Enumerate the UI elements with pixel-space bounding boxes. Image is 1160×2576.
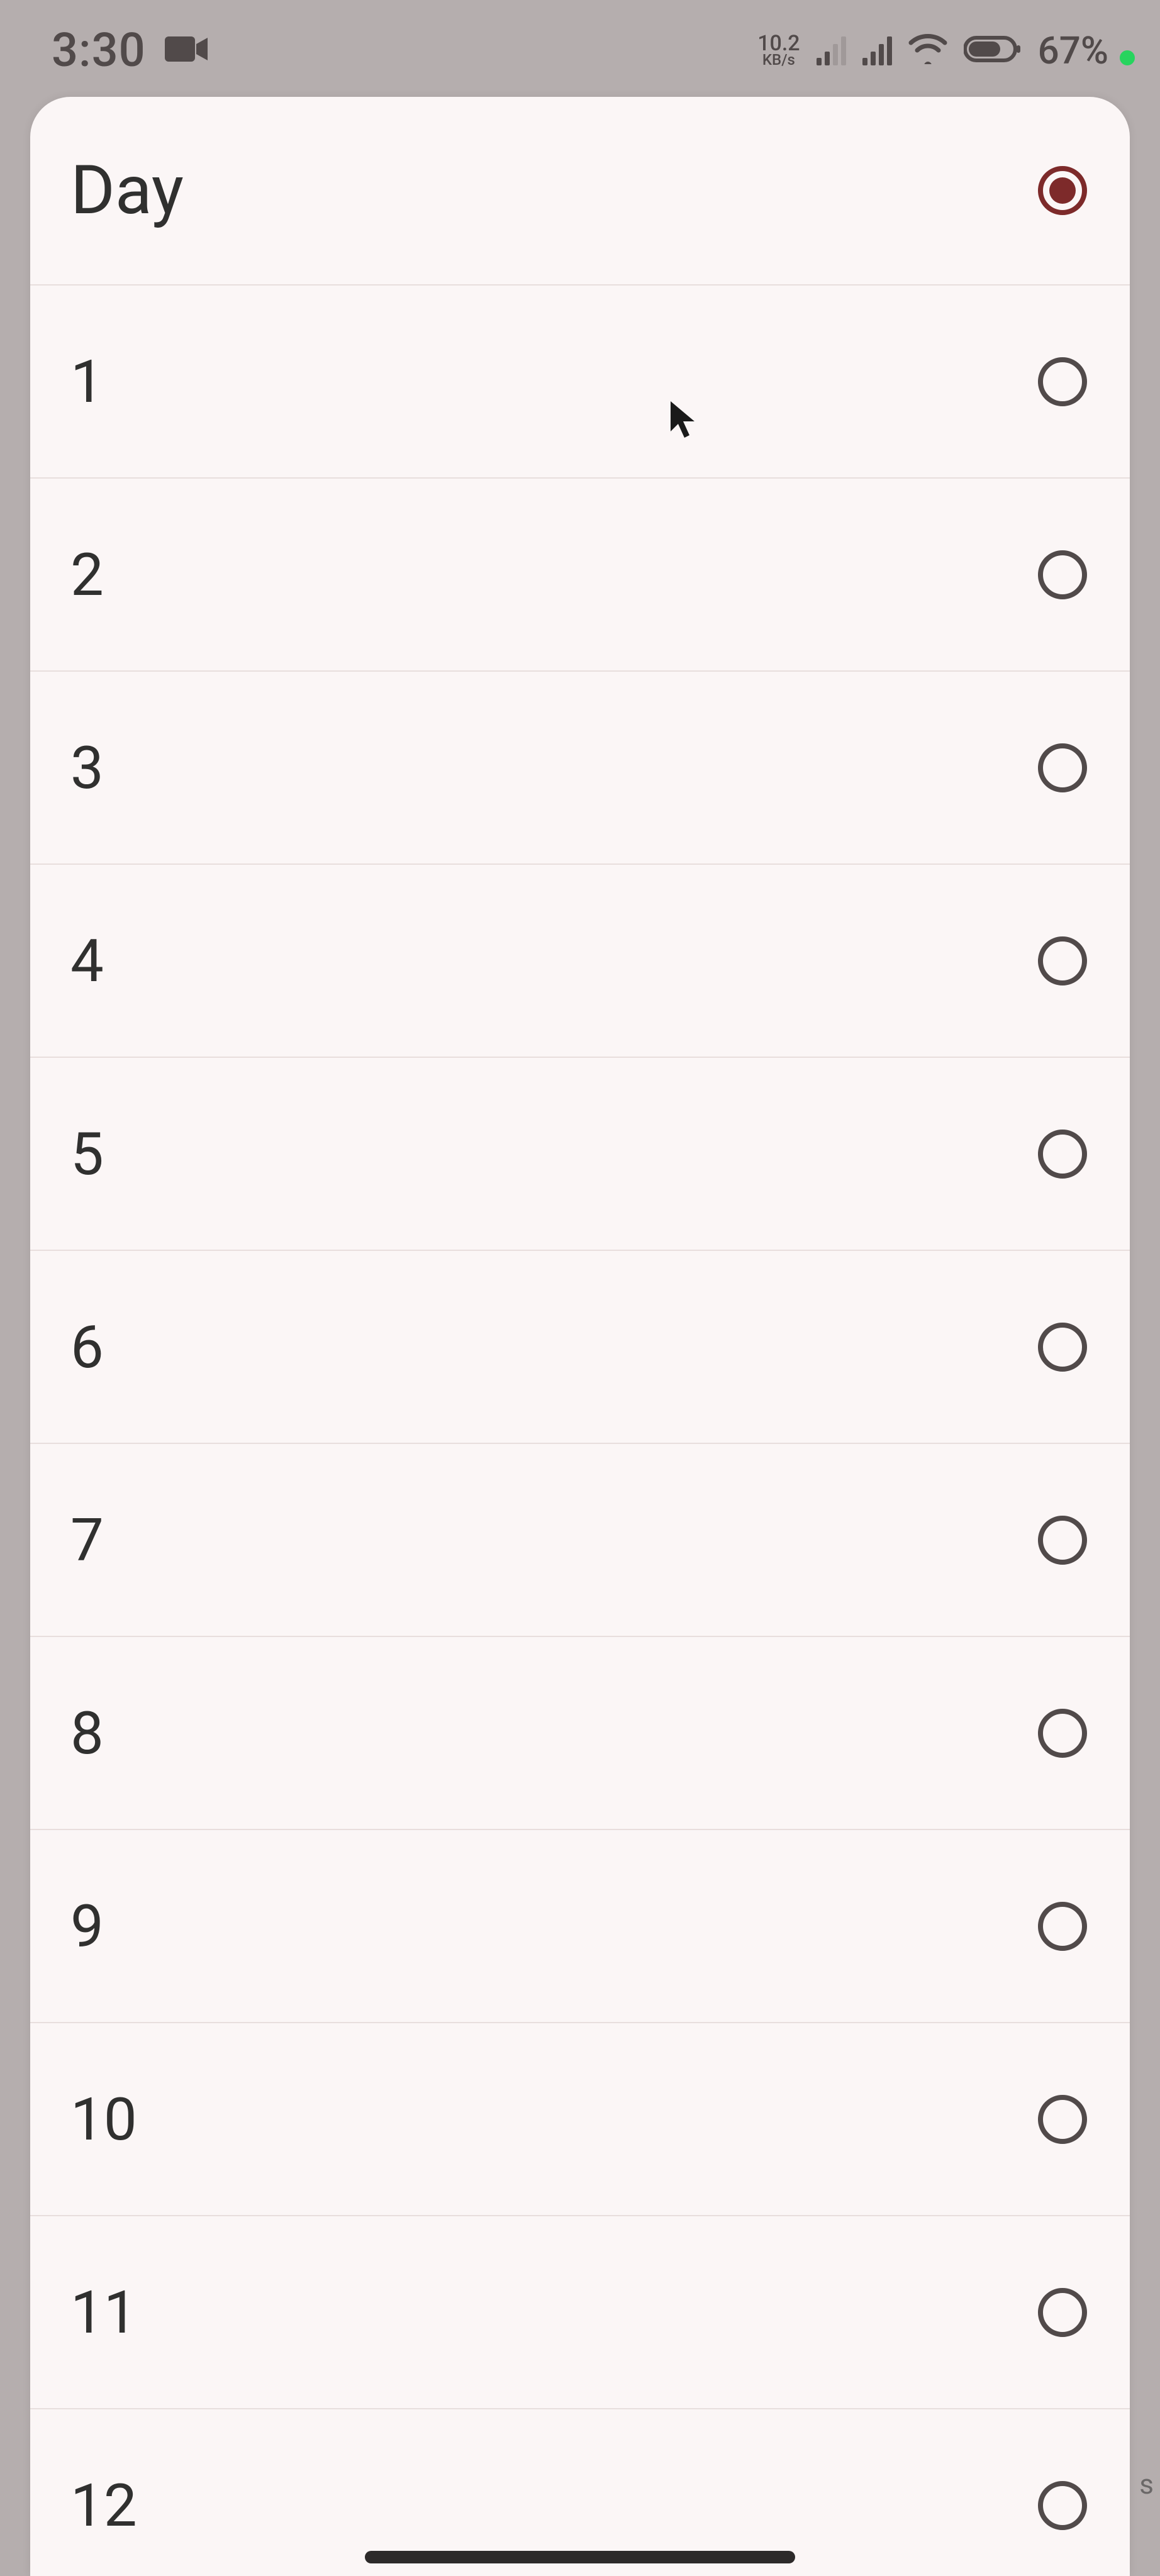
day-row-7[interactable]: 7 [30, 1444, 1130, 1637]
device-viewport: s 3:30 10.2 KB/s [0, 0, 1160, 2576]
day-label: 12 [70, 2471, 137, 2540]
radio-header[interactable] [1038, 166, 1087, 215]
status-bar: 3:30 10.2 KB/s [0, 0, 1160, 101]
battery-percent: 67% [1038, 28, 1108, 73]
day-label: 1 [70, 347, 104, 416]
day-picker-sheet: Day 123456789101112 [30, 97, 1130, 2576]
day-label: 11 [70, 2278, 137, 2347]
day-row-6[interactable]: 6 [30, 1251, 1130, 1444]
day-list: 123456789101112 [30, 286, 1130, 2576]
day-label: 5 [70, 1119, 104, 1189]
day-label: 6 [70, 1313, 104, 1382]
radio-day-9[interactable] [1038, 1902, 1087, 1951]
day-row-10[interactable]: 10 [30, 2023, 1130, 2216]
nav-indicator [365, 2551, 795, 2563]
day-label: 3 [70, 733, 104, 802]
status-time: 3:30 [52, 23, 146, 78]
day-row-2[interactable]: 2 [30, 479, 1130, 672]
radio-day-11[interactable] [1038, 2288, 1087, 2337]
network-speed-unit: KB/s [762, 53, 795, 67]
day-label: 8 [70, 1699, 104, 1768]
day-row-11[interactable]: 11 [30, 2216, 1130, 2409]
radio-day-12[interactable] [1038, 2481, 1087, 2530]
day-row-3[interactable]: 3 [30, 672, 1130, 865]
battery-icon [964, 35, 1022, 65]
screen-record-icon [165, 34, 209, 67]
day-row-8[interactable]: 8 [30, 1637, 1130, 1830]
sheet-title: Day [70, 151, 184, 230]
radio-day-10[interactable] [1038, 2095, 1087, 2144]
privacy-indicator-icon [1120, 50, 1135, 65]
radio-day-2[interactable] [1038, 550, 1087, 599]
signal-bars-sim1-icon [817, 35, 846, 65]
radio-day-8[interactable] [1038, 1709, 1087, 1758]
day-row-4[interactable]: 4 [30, 865, 1130, 1058]
sheet-header-row[interactable]: Day [30, 97, 1130, 286]
background-text-fragment: s [1139, 2468, 1154, 2501]
network-speed-value: 10.2 [757, 34, 800, 53]
network-speed: 10.2 KB/s [757, 34, 800, 67]
radio-day-6[interactable] [1038, 1323, 1087, 1372]
day-row-9[interactable]: 9 [30, 1830, 1130, 2023]
status-right: 10.2 KB/s 67% [757, 28, 1108, 73]
radio-day-5[interactable] [1038, 1130, 1087, 1179]
radio-day-4[interactable] [1038, 936, 1087, 985]
day-label: 7 [70, 1506, 104, 1575]
status-left: 3:30 [52, 23, 209, 78]
wifi-icon [908, 34, 947, 67]
radio-day-1[interactable] [1038, 357, 1087, 406]
day-label: 9 [70, 1892, 104, 1961]
radio-day-3[interactable] [1038, 743, 1087, 792]
day-label: 10 [70, 2085, 137, 2154]
day-row-1[interactable]: 1 [30, 286, 1130, 479]
day-label: 2 [70, 540, 104, 609]
day-row-5[interactable]: 5 [30, 1058, 1130, 1251]
signal-bars-sim2-icon [862, 35, 892, 65]
day-label: 4 [70, 926, 104, 996]
radio-day-7[interactable] [1038, 1516, 1087, 1565]
